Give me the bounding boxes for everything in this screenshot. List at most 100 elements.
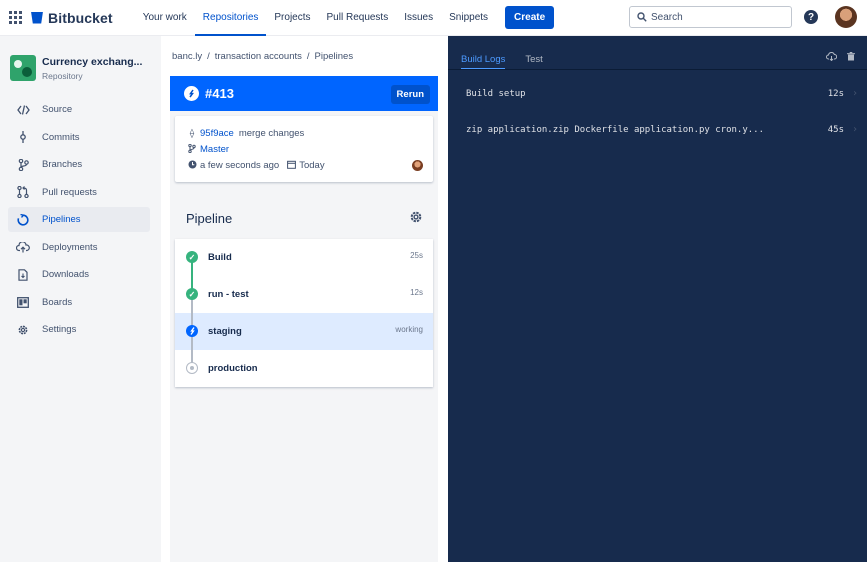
pipeline-step-run-test[interactable]: ✓ run - test 12s	[175, 276, 433, 331]
help-icon[interactable]: ?	[804, 10, 818, 24]
create-button[interactable]: Create	[505, 6, 555, 29]
nav-issues[interactable]: Issues	[396, 0, 441, 36]
repository-name: Currency exchang...	[42, 55, 143, 68]
sidebar-item-label: Pipelines	[42, 214, 81, 225]
file-download-icon	[16, 268, 30, 282]
nav-snippets[interactable]: Snippets	[441, 0, 496, 36]
repository-avatar	[10, 55, 36, 81]
log-command: Build setup	[466, 88, 526, 99]
commit-icon: ⟠	[189, 127, 195, 138]
sidebar-item-boards[interactable]: Boards	[8, 290, 150, 315]
pipelines-icon	[16, 213, 30, 227]
cloud-download-icon[interactable]	[826, 51, 838, 64]
build-time-ago: a few seconds ago	[200, 159, 280, 171]
nav-projects[interactable]: Projects	[266, 0, 318, 36]
sidebar-menu: Source Commits Branches Pull requests Pi…	[0, 97, 161, 342]
build-date: Today	[287, 159, 325, 171]
step-duration: 12s	[410, 288, 423, 297]
sidebar-item-pull-requests[interactable]: Pull requests	[8, 180, 150, 205]
log-row-zip-command[interactable]: zip application.zip Dockerfile applicati…	[466, 124, 858, 135]
app-switcher-icon[interactable]	[9, 10, 23, 25]
sidebar-item-commits[interactable]: Commits	[8, 125, 150, 150]
step-name: run - test	[208, 289, 249, 300]
commit-info-card: ⟠ 95f9ace merge changes Master a few sec…	[175, 116, 433, 182]
step-name: Build	[208, 252, 232, 263]
log-actions	[826, 51, 855, 64]
log-tabs: Build Logs Test	[461, 54, 563, 70]
log-duration: 45s	[827, 124, 844, 135]
sidebar-item-label: Downloads	[42, 269, 89, 280]
commit-icon	[16, 130, 30, 144]
search-icon	[637, 12, 647, 22]
sidebar-item-pipelines[interactable]: Pipelines	[8, 207, 150, 232]
success-check-icon: ✓	[186, 251, 198, 263]
pipeline-steps-list: ✓ Build 25s ✓ run - test 12s staging wor…	[175, 239, 433, 387]
sidebar-item-label: Pull requests	[42, 186, 97, 198]
calendar-icon	[287, 160, 297, 169]
log-panel: Build Logs Test Build setup 12s › zip ap…	[448, 36, 867, 562]
breadcrumb-pipelines[interactable]: Pipelines	[315, 51, 354, 62]
log-command: zip application.zip Dockerfile applicati…	[466, 124, 765, 135]
commit-hash-link[interactable]: 95f9ace	[200, 128, 234, 139]
tab-build-logs[interactable]: Build Logs	[461, 54, 506, 70]
committer-avatar[interactable]	[412, 160, 423, 171]
search-input[interactable]	[651, 11, 781, 23]
log-duration: 12s	[827, 88, 844, 99]
pipeline-step-production[interactable]: production	[175, 350, 433, 387]
pipeline-detail-panel: banc.ly / transaction accounts / Pipelines #…	[161, 36, 448, 562]
gear-icon	[16, 323, 30, 337]
product-name: Bitbucket	[48, 9, 113, 26]
sidebar-item-deployments[interactable]: Deployments	[8, 235, 150, 260]
branch-link[interactable]: Master	[200, 144, 229, 155]
step-name: production	[208, 363, 258, 374]
sidebar-item-label: Settings	[42, 324, 77, 335]
log-divider	[448, 69, 867, 70]
step-duration: 25s	[410, 251, 423, 260]
sidebar-item-source[interactable]: Source	[8, 97, 150, 122]
pipeline-settings-gear-icon[interactable]	[409, 210, 423, 228]
breadcrumb-workspace[interactable]: banc.ly	[172, 51, 202, 62]
running-status-icon	[184, 86, 199, 101]
log-row-build-setup[interactable]: Build setup 12s ›	[466, 88, 858, 99]
sidebar-item-label: Source	[42, 104, 73, 115]
nav-pull-requests[interactable]: Pull Requests	[319, 0, 397, 36]
bitbucket-logo[interactable]: Bitbucket	[31, 10, 113, 26]
primary-nav: Your work Repositories Projects Pull Req…	[135, 0, 496, 36]
repository-header[interactable]: Currency exchang... Repository	[0, 36, 161, 81]
pipeline-title: Pipeline	[186, 211, 233, 226]
build-header: #413 Rerun	[170, 76, 438, 111]
pipeline-step-build[interactable]: ✓ Build 25s	[175, 239, 433, 294]
cloud-upload-icon	[16, 240, 30, 254]
pipeline-step-staging[interactable]: staging working	[175, 313, 433, 368]
search-box[interactable]	[629, 6, 792, 28]
sidebar-item-settings[interactable]: Settings	[8, 317, 150, 342]
breadcrumb: banc.ly / transaction accounts / Pipelines	[172, 51, 354, 62]
success-check-icon: ✓	[186, 288, 198, 300]
build-date-label: Today	[299, 159, 325, 171]
bitbucket-icon	[31, 11, 43, 24]
pull-request-icon	[16, 185, 30, 199]
user-avatar[interactable]	[835, 6, 857, 28]
chevron-right-icon: ›	[851, 88, 858, 99]
sidebar-item-branches[interactable]: Branches	[8, 152, 150, 177]
sidebar-item-label: Deployments	[42, 241, 98, 253]
nav-repositories[interactable]: Repositories	[194, 0, 267, 36]
running-status-icon	[186, 325, 198, 337]
rerun-button[interactable]: Rerun	[390, 85, 430, 104]
sidebar-item-label: Branches	[42, 159, 83, 170]
clock-icon	[187, 160, 197, 171]
board-icon	[16, 295, 30, 309]
branch-icon	[187, 143, 197, 155]
nav-your-work[interactable]: Your work	[135, 0, 195, 36]
tab-test[interactable]: Test	[525, 54, 542, 70]
branch-icon	[16, 158, 30, 172]
repository-type: Repository	[42, 70, 83, 81]
breadcrumb-repository[interactable]: transaction accounts	[215, 51, 302, 62]
build-number: #413	[205, 86, 234, 101]
chevron-right-icon: ›	[851, 124, 858, 135]
sidebar-item-downloads[interactable]: Downloads	[8, 262, 150, 287]
trash-icon[interactable]	[847, 52, 855, 64]
sidebar: Currency exchang... Repository Source Co…	[0, 36, 161, 562]
step-status: working	[395, 325, 423, 334]
pending-status-icon	[186, 362, 198, 374]
